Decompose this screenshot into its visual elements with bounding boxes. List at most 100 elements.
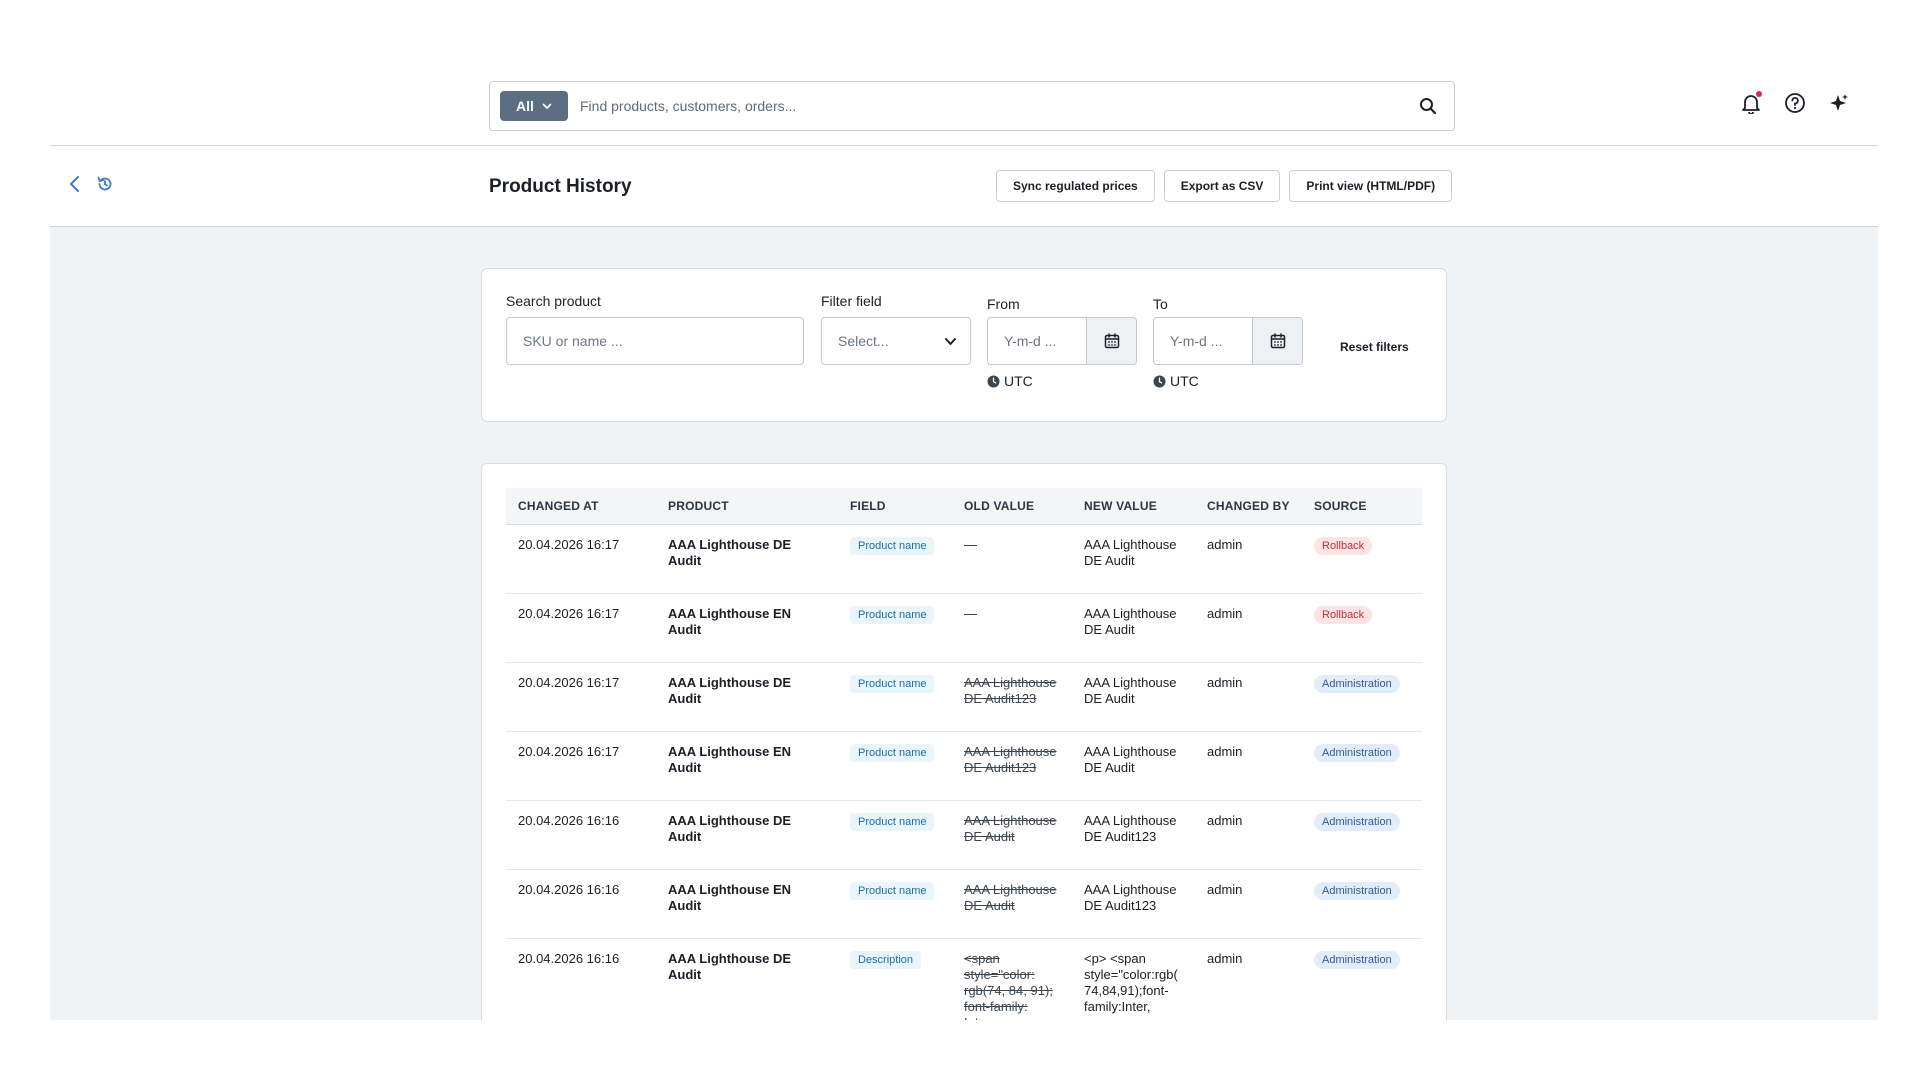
- history-table-card: CHANGED AT PRODUCT FIELD OLD VALUE NEW V…: [481, 463, 1447, 1020]
- new-value-cell: AAA Lighthouse DE Audit123: [1072, 800, 1195, 870]
- changed-at-cell: 20.04.2026 16:17: [506, 731, 656, 801]
- search-scope-dropdown[interactable]: All: [500, 91, 568, 121]
- changed-at-cell: 20.04.2026 16:16: [506, 869, 656, 939]
- field-badge: Description: [850, 950, 922, 969]
- filter-field-label: Filter field: [821, 293, 882, 309]
- changed-by-cell: admin: [1195, 593, 1302, 663]
- table-row[interactable]: 20.04.2026 16:16 AAA Lighthouse EN Audit…: [506, 869, 1422, 939]
- source-badge: Administration: [1314, 881, 1400, 900]
- source-badge: Rollback: [1314, 605, 1373, 624]
- search-input[interactable]: [580, 82, 1380, 130]
- column-header-source[interactable]: SOURCE: [1302, 488, 1422, 525]
- source-cell: Rollback: [1302, 524, 1422, 594]
- source-badge: Administration: [1314, 674, 1400, 693]
- field-cell: Description: [838, 938, 952, 1020]
- search-icon[interactable]: [1418, 96, 1438, 116]
- table-row[interactable]: 20.04.2026 16:16 AAA Lighthouse DE Audit…: [506, 800, 1422, 870]
- help-button[interactable]: [1784, 92, 1806, 114]
- search-product-label: Search product: [506, 293, 601, 309]
- field-badge: Product name: [850, 743, 935, 762]
- table-row[interactable]: 20.04.2026 16:17 AAA Lighthouse DE Audit…: [506, 662, 1422, 732]
- export-csv-button[interactable]: Export as CSV: [1163, 170, 1281, 202]
- field-cell: Product name: [838, 869, 952, 939]
- changed-by-cell: admin: [1195, 800, 1302, 870]
- changed-at-cell: 20.04.2026 16:16: [506, 800, 656, 870]
- field-cell: Product name: [838, 662, 952, 732]
- notifications-button[interactable]: [1740, 91, 1762, 115]
- new-value-cell: AAA Lighthouse DE Audit: [1072, 593, 1195, 663]
- source-cell: Rollback: [1302, 593, 1422, 663]
- from-date-input[interactable]: Y-m-d ...: [987, 317, 1137, 365]
- clock-icon: [987, 375, 1000, 387]
- table-row[interactable]: 20.04.2026 16:17 AAA Lighthouse EN Audit…: [506, 731, 1422, 801]
- table-body: 20.04.2026 16:17 AAA Lighthouse DE Audit…: [506, 524, 1422, 1020]
- calendar-icon: [1270, 333, 1285, 349]
- column-header-field[interactable]: FIELD: [838, 488, 952, 525]
- search-product-placeholder: SKU or name ...: [523, 333, 623, 349]
- column-header-old-value[interactable]: OLD VALUE: [952, 488, 1072, 525]
- column-header-changed-by[interactable]: CHANGED BY: [1195, 488, 1302, 525]
- filter-card: Search product SKU or name ... Filter fi…: [481, 268, 1447, 422]
- filter-field-value: Select...: [838, 333, 889, 349]
- clock-icon: [1153, 375, 1166, 387]
- history-icon[interactable]: [96, 175, 114, 193]
- source-cell: Administration: [1302, 869, 1422, 939]
- changed-by-cell: admin: [1195, 662, 1302, 732]
- sparkle-icon: [1830, 94, 1848, 111]
- sync-regulated-prices-button[interactable]: Sync regulated prices: [996, 170, 1155, 202]
- changed-at-cell: 20.04.2026 16:17: [506, 593, 656, 663]
- new-value-cell: AAA Lighthouse DE Audit123: [1072, 869, 1195, 939]
- back-arrow-icon[interactable]: [66, 174, 84, 194]
- to-calendar-button[interactable]: [1252, 318, 1302, 364]
- changed-by-cell: admin: [1195, 524, 1302, 594]
- table-row[interactable]: 20.04.2026 16:17 AAA Lighthouse DE Audit…: [506, 524, 1422, 594]
- to-label: To: [1153, 296, 1168, 312]
- field-badge: Product name: [850, 881, 935, 900]
- chevron-down-icon: [945, 338, 956, 345]
- reset-filters-button[interactable]: Reset filters: [1330, 331, 1419, 363]
- old-value-cell: <span style="color: rgb(74, 84, 91); fon…: [952, 938, 1072, 1020]
- product-cell: AAA Lighthouse DE Audit: [656, 662, 838, 732]
- product-cell: AAA Lighthouse DE Audit: [656, 524, 838, 594]
- column-header-new-value[interactable]: NEW VALUE: [1072, 488, 1195, 525]
- changed-by-cell: admin: [1195, 869, 1302, 939]
- field-cell: Product name: [838, 593, 952, 663]
- field-badge: Product name: [850, 605, 935, 624]
- table-header-row: CHANGED AT PRODUCT FIELD OLD VALUE NEW V…: [506, 488, 1422, 525]
- new-value-cell: AAA Lighthouse DE Audit: [1072, 524, 1195, 594]
- print-view-button[interactable]: Print view (HTML/PDF): [1289, 170, 1453, 202]
- field-badge: Product name: [850, 674, 935, 693]
- changed-at-cell: 20.04.2026 16:16: [506, 938, 656, 1020]
- from-timezone-label: UTC: [1004, 373, 1033, 389]
- table-row[interactable]: 20.04.2026 16:16 AAA Lighthouse DE Audit…: [506, 938, 1422, 1020]
- from-timezone: UTC: [987, 373, 1033, 389]
- old-value-cell: AAA Lighthouse DE Audit: [952, 800, 1072, 870]
- header-actions: Sync regulated prices Export as CSV Prin…: [996, 170, 1453, 202]
- top-bar: All: [50, 0, 1878, 146]
- chevron-down-icon: [542, 103, 552, 110]
- filter-field-select[interactable]: Select...: [821, 317, 971, 365]
- column-header-changed-at[interactable]: CHANGED AT: [506, 488, 656, 525]
- table-row[interactable]: 20.04.2026 16:17 AAA Lighthouse EN Audit…: [506, 593, 1422, 663]
- field-badge: Product name: [850, 536, 935, 555]
- help-icon: [1785, 93, 1805, 113]
- source-badge: Administration: [1314, 812, 1400, 831]
- new-value-cell: <p> <span style="color:rgb(74,84,91);fon…: [1072, 938, 1195, 1020]
- column-header-product[interactable]: PRODUCT: [656, 488, 838, 525]
- old-value-cell: AAA Lighthouse DE Audit123: [952, 731, 1072, 801]
- from-calendar-button[interactable]: [1086, 318, 1136, 364]
- history-table: CHANGED AT PRODUCT FIELD OLD VALUE NEW V…: [506, 488, 1422, 1020]
- global-search: All: [489, 81, 1455, 131]
- search-product-input[interactable]: SKU or name ...: [506, 317, 804, 365]
- changed-by-cell: admin: [1195, 731, 1302, 801]
- calendar-icon: [1104, 333, 1119, 349]
- source-cell: Administration: [1302, 662, 1422, 732]
- page-title: Product History: [489, 176, 632, 197]
- old-value-cell: —: [952, 524, 1072, 594]
- field-cell: Product name: [838, 731, 952, 801]
- product-cell: AAA Lighthouse EN Audit: [656, 731, 838, 801]
- from-label: From: [987, 296, 1020, 312]
- to-date-input[interactable]: Y-m-d ...: [1153, 317, 1303, 365]
- ai-assistant-button[interactable]: [1828, 92, 1850, 114]
- changed-at-cell: 20.04.2026 16:17: [506, 524, 656, 594]
